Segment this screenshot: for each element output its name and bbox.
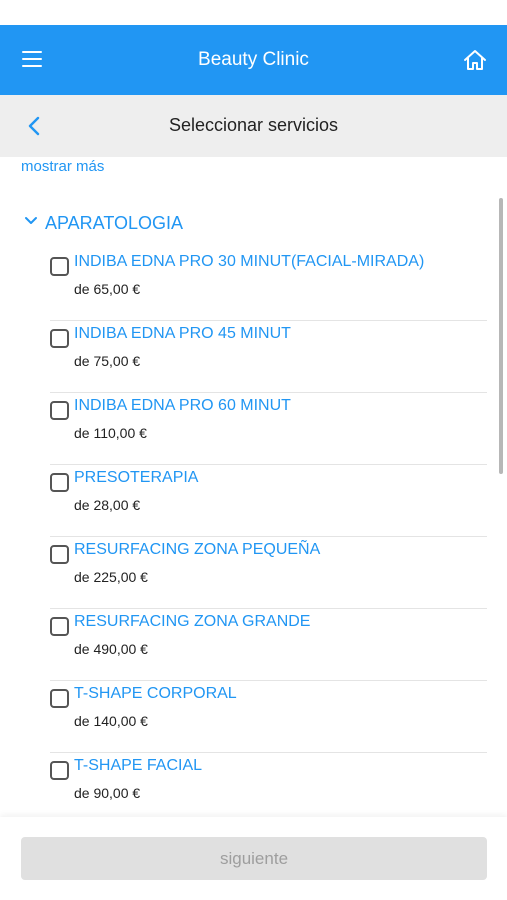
- category-label: APARATOLOGIA: [45, 213, 184, 233]
- bottom-bar: siguiente: [0, 817, 507, 900]
- service-item: INDIBA EDNA PRO 45 MINUT de 75,00 €: [50, 321, 487, 393]
- service-name[interactable]: INDIBA EDNA PRO 45 MINUT: [74, 325, 291, 343]
- service-item: RESURFACING ZONA PEQUEÑA de 225,00 €: [50, 537, 487, 609]
- service-name[interactable]: T-SHAPE FACIAL: [74, 757, 202, 775]
- show-more-link[interactable]: mostrar más: [21, 158, 104, 175]
- home-icon[interactable]: [463, 49, 487, 71]
- next-button[interactable]: siguiente: [21, 837, 487, 880]
- service-name[interactable]: PRESOTERAPIA: [74, 469, 198, 487]
- service-price: de 65,00 €: [74, 281, 141, 297]
- service-price: de 75,00 €: [74, 353, 141, 369]
- service-checkbox[interactable]: [50, 761, 69, 780]
- service-price: de 490,00 €: [74, 641, 148, 657]
- service-name[interactable]: RESURFACING ZONA GRANDE: [74, 613, 310, 631]
- services-list-container[interactable]: mostrar más APARATOLOGIA INDIBA EDNA PRO…: [0, 157, 507, 817]
- service-item: INDIBA EDNA PRO 60 MINUT de 110,00 €: [50, 393, 487, 465]
- service-checkbox[interactable]: [50, 257, 69, 276]
- service-checkbox[interactable]: [50, 617, 69, 636]
- service-price: de 28,00 €: [74, 497, 141, 513]
- service-price: de 110,00 €: [74, 425, 147, 441]
- service-item: RESURFACING ZONA GRANDE de 490,00 €: [50, 609, 487, 681]
- service-name[interactable]: INDIBA EDNA PRO 60 MINUT: [74, 397, 291, 415]
- service-checkbox[interactable]: [50, 689, 69, 708]
- chevron-down-icon: [25, 217, 37, 224]
- service-checkbox[interactable]: [50, 473, 69, 492]
- service-checkbox[interactable]: [50, 401, 69, 420]
- service-checkbox[interactable]: [50, 329, 69, 348]
- sub-header: Seleccionar servicios: [0, 95, 507, 157]
- service-checkbox[interactable]: [50, 545, 69, 564]
- service-price: de 225,00 €: [74, 569, 148, 585]
- service-item: T-SHAPE FACIAL de 90,00 €: [50, 753, 487, 817]
- status-bar: [0, 0, 507, 25]
- service-price: de 140,00 €: [74, 713, 148, 729]
- service-name[interactable]: INDIBA EDNA PRO 30 MINUT(FACIAL-MIRADA): [74, 253, 424, 271]
- service-price: de 90,00 €: [74, 785, 141, 801]
- app-bar: Beauty Clinic: [0, 25, 507, 95]
- service-name[interactable]: T-SHAPE CORPORAL: [74, 685, 237, 703]
- service-item: T-SHAPE CORPORAL de 140,00 €: [50, 681, 487, 753]
- service-name[interactable]: RESURFACING ZONA PEQUEÑA: [74, 541, 320, 559]
- services-list: INDIBA EDNA PRO 30 MINUT(FACIAL-MIRADA) …: [50, 249, 487, 817]
- page-title: Seleccionar servicios: [168, 115, 339, 135]
- app-title: Beauty Clinic: [198, 49, 309, 70]
- scrollbar[interactable]: [499, 198, 503, 474]
- service-item: INDIBA EDNA PRO 30 MINUT(FACIAL-MIRADA) …: [50, 249, 487, 321]
- service-item: PRESOTERAPIA de 28,00 €: [50, 465, 487, 537]
